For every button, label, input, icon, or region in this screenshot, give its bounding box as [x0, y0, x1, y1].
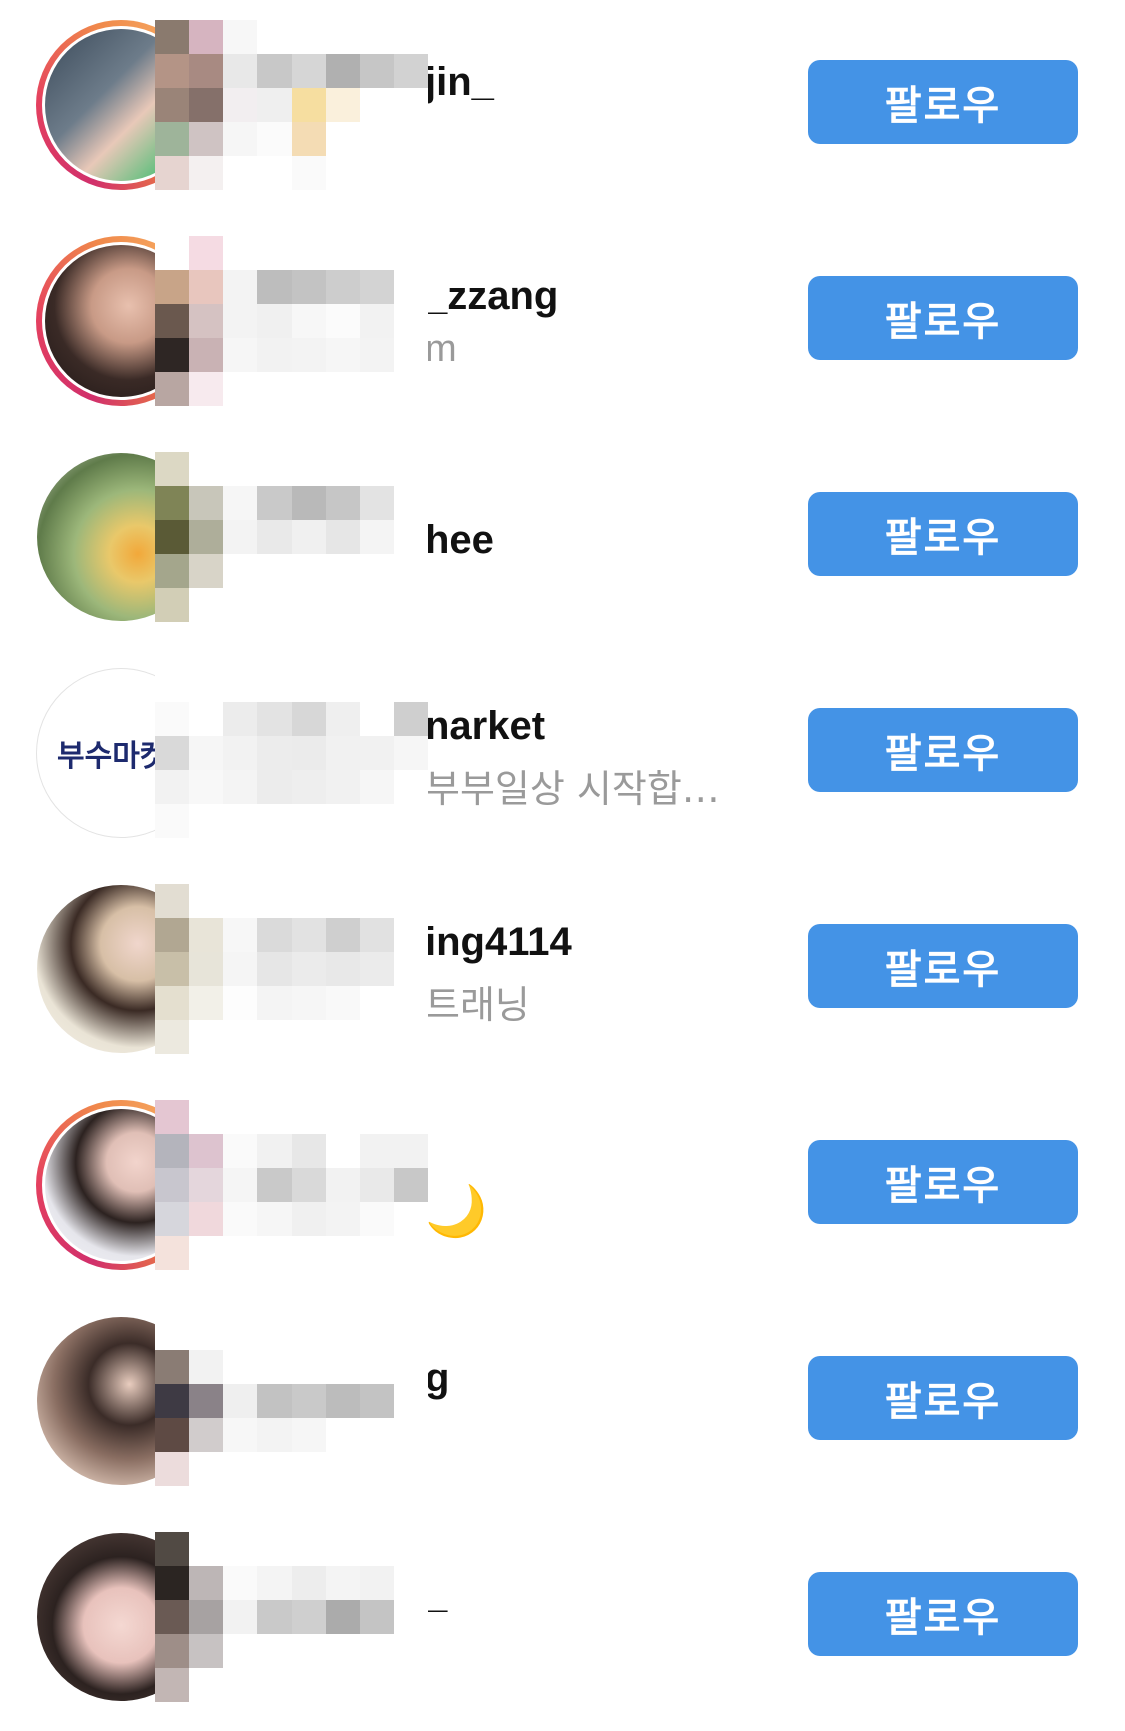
- blur-mask: [155, 1532, 428, 1702]
- username[interactable]: ing4114: [425, 920, 572, 965]
- username[interactable]: narket: [425, 704, 545, 749]
- moon-emoji: 🌙: [425, 1183, 488, 1239]
- blur-mask: [155, 452, 428, 622]
- follow-button[interactable]: 팔로우: [808, 276, 1078, 360]
- blur-mask: [155, 884, 428, 1054]
- blur-mask: [155, 1316, 428, 1486]
- list-item: 🌙 팔로우: [0, 1100, 1125, 1270]
- blur-mask: [155, 668, 428, 838]
- follow-button[interactable]: 팔로우: [808, 924, 1078, 1008]
- list-item: jin_ 팔로우: [0, 20, 1125, 190]
- list-item: _ 팔로우: [0, 1532, 1125, 1702]
- blur-mask: [155, 1100, 428, 1270]
- user-subtitle: 부부일상 시작합…: [425, 767, 720, 811]
- list-item: _zzang m 팔로우: [0, 236, 1125, 406]
- list-item: hee 팔로우: [0, 452, 1125, 622]
- list-item: 부수마켓 narket 부부일상 시작합… 팔로우: [0, 668, 1125, 838]
- follow-button[interactable]: 팔로우: [808, 1572, 1078, 1656]
- follow-button[interactable]: 팔로우: [808, 1140, 1078, 1224]
- username[interactable]: _zzang: [425, 274, 558, 319]
- username[interactable]: _: [425, 1572, 447, 1617]
- follow-button[interactable]: 팔로우: [808, 492, 1078, 576]
- list-item: ing4114 트래닝 팔로우: [0, 884, 1125, 1054]
- username[interactable]: hee: [425, 518, 494, 563]
- blur-mask: [155, 20, 428, 190]
- username[interactable]: jin_: [425, 60, 494, 105]
- follow-button[interactable]: 팔로우: [808, 60, 1078, 144]
- follow-button[interactable]: 팔로우: [808, 708, 1078, 792]
- user-subtitle: 트래닝: [425, 983, 530, 1027]
- avatar-logo-text: 부수마켓: [57, 739, 168, 774]
- follow-button[interactable]: 팔로우: [808, 1356, 1078, 1440]
- username[interactable]: g: [425, 1356, 449, 1401]
- blur-mask: [155, 236, 428, 406]
- user-subtitle: m: [425, 328, 457, 370]
- list-item: g 팔로우: [0, 1316, 1125, 1486]
